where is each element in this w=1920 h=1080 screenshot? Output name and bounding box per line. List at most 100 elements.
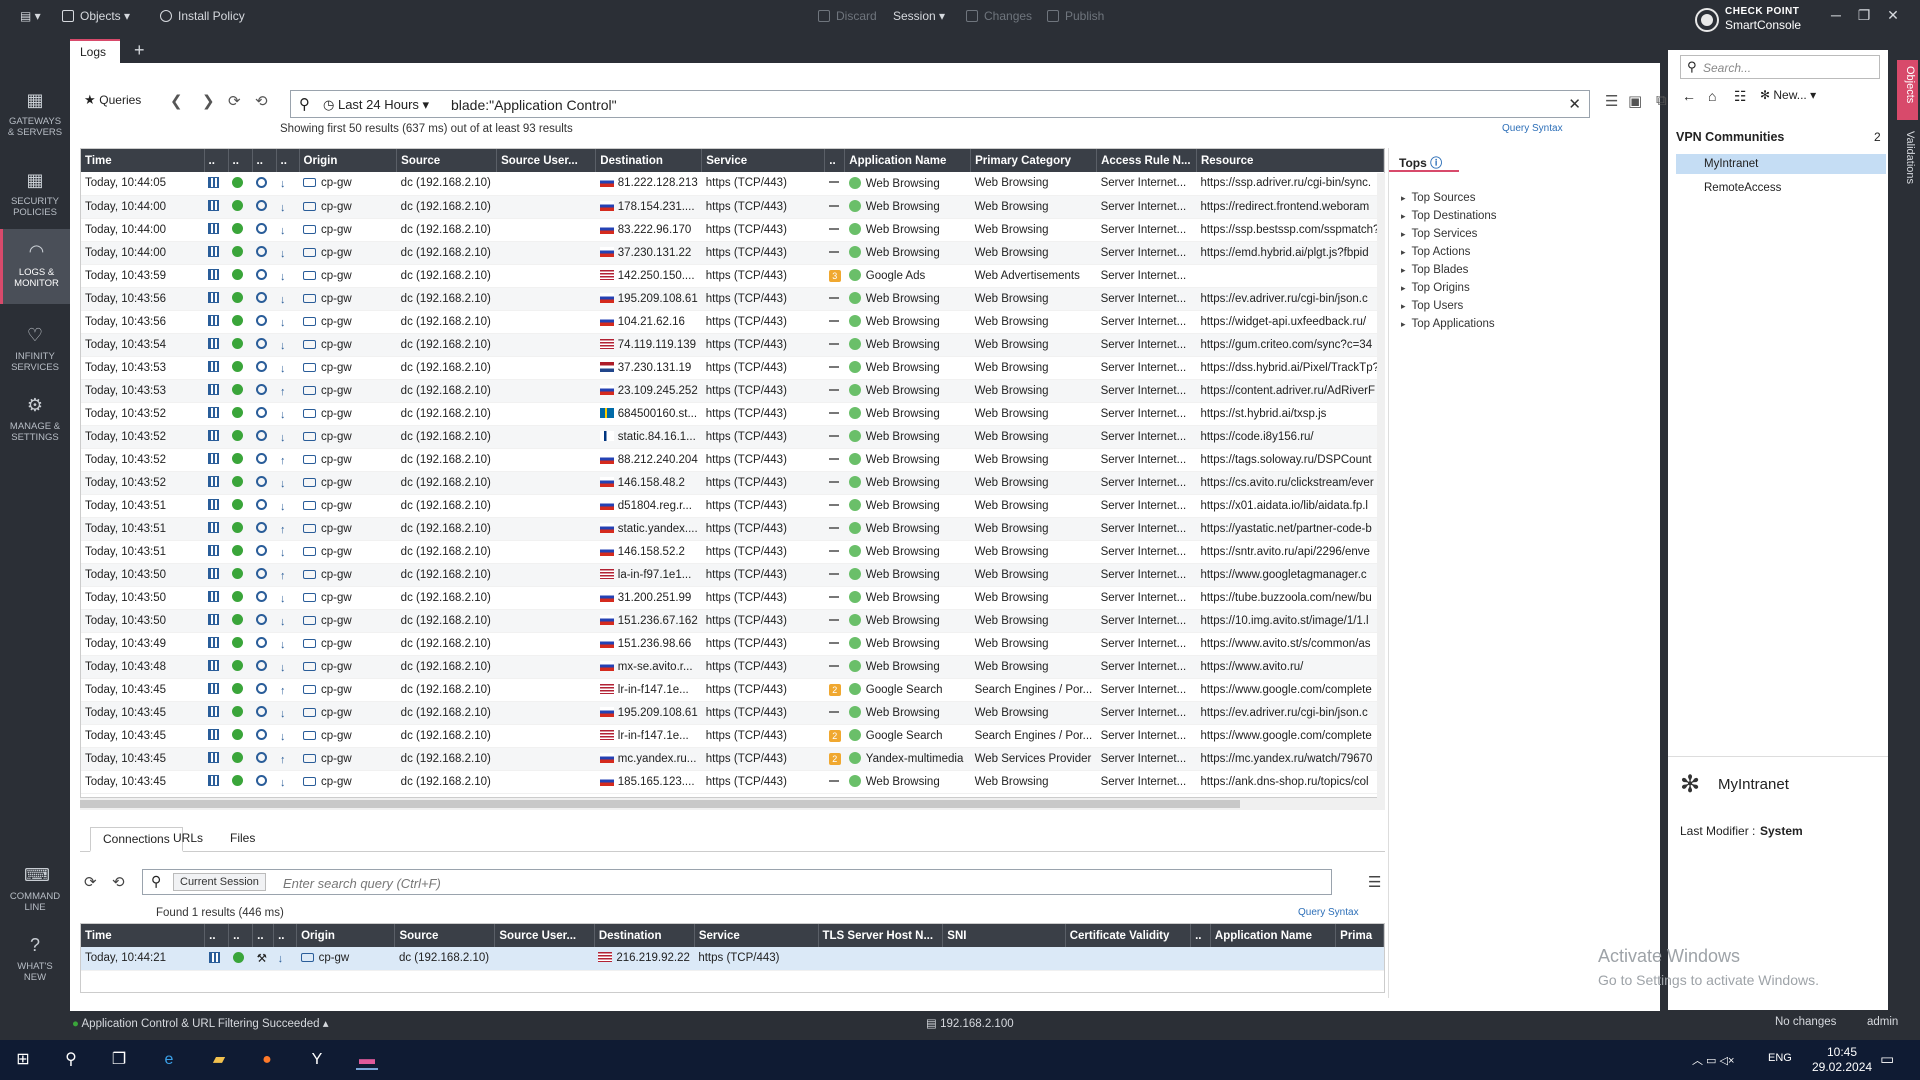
publish-button[interactable]: Publish — [1047, 9, 1104, 23]
tab-logs[interactable]: Logs — [70, 39, 120, 63]
table-row[interactable]: Today, 10:43:49 ↓ cp-gw dc (192.168.2.10) 15… — [81, 632, 1384, 656]
layout-icon[interactable]: ▣ — [1628, 92, 1642, 110]
table-row[interactable]: Today, 10:43:45 ↑ cp-gw dc (192.168.2.10) mc… — [81, 747, 1384, 771]
column-header[interactable]: TLS Server Host N... — [818, 924, 944, 947]
column-header[interactable]: Source User... — [496, 149, 597, 172]
minimize-button[interactable]: ─ — [1825, 4, 1847, 26]
task-view-icon[interactable]: ❐ — [108, 1050, 130, 1070]
column-header[interactable]: Origin — [296, 924, 396, 947]
clock[interactable]: 10:45 29.02.2024 — [1812, 1045, 1872, 1075]
column-header[interactable]: Prima — [1335, 924, 1384, 947]
table-row[interactable]: Today, 10:43:45 ↓ cp-gw dc (192.168.2.10) 18… — [81, 770, 1384, 794]
table-row[interactable]: Today, 10:43:52 ↓ cp-gw dc (192.168.2.10) 68… — [81, 402, 1384, 426]
column-header[interactable]: Time — [81, 924, 206, 947]
search-icon[interactable]: ⚲ — [60, 1050, 82, 1070]
nav-whats-new[interactable]: ? WHAT'S NEW — [0, 923, 70, 993]
top-destinations[interactable]: Top Destinations — [1401, 210, 1497, 222]
queries-button[interactable]: ★ Queries — [84, 92, 141, 108]
table-row[interactable]: Today, 10:43:51 ↓ cp-gw dc (192.168.2.10) d5… — [81, 494, 1384, 518]
column-header[interactable]: Application Name — [1210, 924, 1337, 947]
column-header[interactable]: Access Rule N... — [1096, 149, 1197, 172]
time-range-selector[interactable]: ◷ Last 24 Hours ▾ — [323, 97, 429, 113]
column-header[interactable]: Source — [396, 149, 498, 172]
column-header[interactable]: Primary Category — [970, 149, 1098, 172]
vpn-item-myintranet[interactable]: MyIntranet — [1676, 154, 1886, 174]
column-header[interactable]: .. — [228, 924, 254, 947]
notifications-icon[interactable]: ▭ — [1880, 1050, 1894, 1068]
tab-tops[interactable]: Tops ⓘ — [1389, 148, 1459, 172]
windows-start-icon[interactable]: ⊞ — [12, 1050, 34, 1070]
log-search-input[interactable]: ⚲ ◷ Last 24 Hours ▾ blade:"Application C… — [290, 90, 1590, 118]
column-header[interactable]: Destination — [595, 149, 703, 172]
column-header[interactable]: Service — [694, 924, 819, 947]
column-header[interactable]: Destination — [594, 924, 695, 947]
column-header[interactable]: .. — [273, 924, 298, 947]
column-header[interactable]: Origin — [299, 149, 398, 172]
column-header[interactable]: .. — [824, 149, 846, 172]
column-header[interactable]: .. — [1190, 924, 1211, 947]
status-message[interactable]: ● Application Control & URL Filtering Su… — [72, 1016, 329, 1030]
nav-manage-settings[interactable]: ⚙ MANAGE & SETTINGS — [0, 383, 70, 453]
table-row[interactable]: Today, 10:43:56 ↓ cp-gw dc (192.168.2.10) 10… — [81, 310, 1384, 334]
column-header[interactable]: Time — [81, 149, 205, 172]
column-header[interactable]: Certificate Validity — [1065, 924, 1192, 947]
nav-command-line[interactable]: ⌨ COMMAND LINE — [0, 853, 70, 923]
refresh-icon[interactable]: ⟳ — [228, 92, 241, 110]
tray-icons[interactable]: ︿ ▭ ◁× — [1692, 1052, 1734, 1068]
table-row[interactable]: Today, 10:43:52 ↑ cp-gw dc (192.168.2.10) 88… — [81, 448, 1384, 472]
table-row[interactable]: Today, 10:43:59 ↓ cp-gw dc (192.168.2.10) 14… — [81, 264, 1384, 288]
table-row[interactable]: Today, 10:43:45 ↓ cp-gw dc (192.168.2.10) 19… — [81, 701, 1384, 725]
column-header[interactable]: Source User... — [494, 924, 595, 947]
column-header[interactable]: .. — [252, 149, 277, 172]
smartconsole-taskbar-icon[interactable]: ▬ — [356, 1050, 378, 1070]
clear-icon[interactable]: ✕ — [1568, 95, 1581, 113]
session-menu[interactable]: Session ▾ — [893, 9, 945, 23]
connections-search-input[interactable]: ⚲ Current Session Enter search query (Ct… — [142, 869, 1332, 895]
table-row[interactable]: Today, 10:44:00 ↓ cp-gw dc (192.168.2.10) 37… — [81, 241, 1384, 265]
column-header[interactable]: .. — [228, 149, 253, 172]
new-button[interactable]: ✻ New... ▾ — [1760, 88, 1816, 102]
detach-icon[interactable]: ⧉ — [1656, 92, 1667, 109]
language-indicator[interactable]: ENG — [1768, 1052, 1792, 1064]
table-row[interactable]: Today, 10:43:45 ↓ cp-gw dc (192.168.2.10) lr… — [81, 724, 1384, 748]
objects-menu[interactable]: Objects ▾ — [62, 9, 130, 23]
column-header[interactable]: Source — [394, 924, 496, 947]
table-row[interactable]: Today, 10:43:50 ↑ cp-gw dc (192.168.2.10) la… — [81, 563, 1384, 587]
table-row[interactable]: Today, 10:44:05 ↓ cp-gw dc (192.168.2.10) 81… — [81, 172, 1384, 196]
nav-gateways-servers[interactable]: ▦ GATEWAYS & SERVERS — [0, 78, 70, 148]
top-blades[interactable]: Top Blades — [1401, 264, 1469, 276]
table-row[interactable]: Today, 10:43:54 ↓ cp-gw dc (192.168.2.10) 74… — [81, 333, 1384, 357]
column-header[interactable]: .. — [204, 924, 230, 947]
tab-objects[interactable]: Objects — [1897, 60, 1918, 120]
back-arrow-icon[interactable]: ← — [1682, 88, 1696, 104]
objects-search-input[interactable]: ⚲ Search... — [1680, 55, 1880, 79]
table-row[interactable]: Today, 10:43:52 ↓ cp-gw dc (192.168.2.10) 14… — [81, 471, 1384, 495]
session-scope[interactable]: Current Session — [173, 873, 266, 891]
forward-button[interactable]: ❯ — [202, 92, 215, 110]
tab-validations[interactable]: Validations — [1897, 125, 1918, 205]
query-syntax-link[interactable]: Query Syntax — [1502, 123, 1563, 134]
scroll-thumb[interactable] — [80, 800, 1240, 808]
nav-security-policies[interactable]: ▦ SECURITY POLICIES — [0, 158, 70, 228]
list-icon[interactable]: ☷ — [1734, 88, 1747, 105]
add-tab-button[interactable]: + — [134, 41, 145, 59]
tab-files[interactable]: Files — [218, 827, 267, 849]
close-button[interactable]: ✕ — [1882, 4, 1904, 26]
column-header[interactable]: .. — [204, 149, 229, 172]
folder-icon[interactable]: ▰ — [208, 1050, 230, 1070]
query-syntax-link[interactable]: Query Syntax — [1298, 907, 1359, 918]
query-text[interactable]: blade:"Application Control" — [451, 97, 617, 113]
firefox-icon[interactable]: ● — [256, 1050, 278, 1070]
list-view-icon[interactable]: ☰ — [1368, 873, 1381, 891]
table-row[interactable]: Today, 10:43:50 ↓ cp-gw dc (192.168.2.10) 15… — [81, 609, 1384, 633]
column-header[interactable]: Application Name — [844, 149, 972, 172]
menu-icon[interactable]: ▤ ▾ — [20, 9, 41, 23]
maximize-button[interactable]: ❐ — [1853, 4, 1875, 26]
refresh-icon[interactable]: ⟳ — [84, 873, 97, 891]
vpn-item-remoteaccess[interactable]: RemoteAccess — [1676, 178, 1886, 198]
table-row[interactable]: Today, 10:44:21 ⚒ ↓ cp-gw dc (192.168.2.… — [81, 947, 1384, 971]
horizontal-scrollbar[interactable] — [80, 798, 1385, 810]
column-header[interactable]: .. — [276, 149, 300, 172]
table-row[interactable]: Today, 10:43:51 ↓ cp-gw dc (192.168.2.10) 14… — [81, 540, 1384, 564]
table-row[interactable]: Today, 10:44:00 ↓ cp-gw dc (192.168.2.10) 17… — [81, 195, 1384, 219]
